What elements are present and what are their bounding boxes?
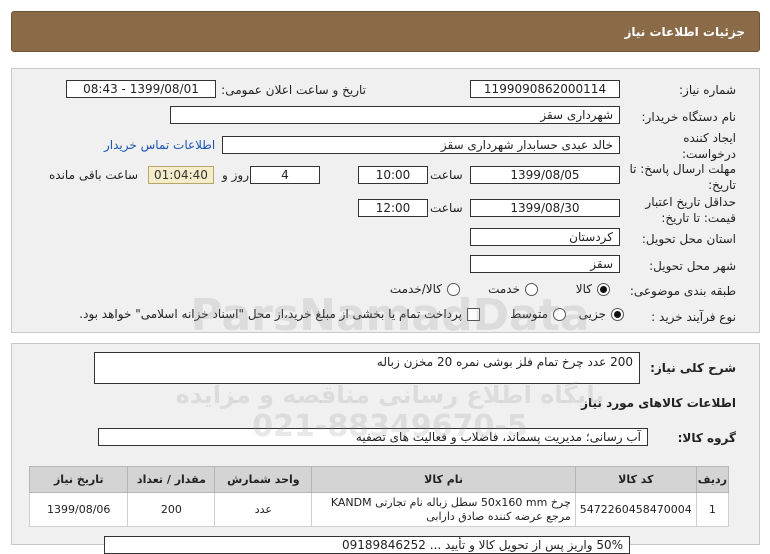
col-index: ردیف <box>695 466 730 493</box>
radio-icon[interactable] <box>525 282 538 296</box>
col-date: تاریخ نیاز <box>28 466 129 493</box>
radio-icon[interactable] <box>447 282 460 296</box>
radio-selected-icon[interactable] <box>611 307 624 321</box>
buyer-org-label: نام دستگاه خریدار: <box>641 110 737 124</box>
col-unit: واحد شمارش <box>214 466 313 493</box>
category-option-service[interactable]: خدمت <box>488 282 538 296</box>
checkbox-icon[interactable] <box>467 307 480 321</box>
page-header: جزئیات اطلاعات نیاز <box>11 11 760 52</box>
creator-field: خالد عبدی حسابدار شهرداری سقز <box>222 136 620 154</box>
days-label: روز و <box>222 168 249 182</box>
province-label: استان محل تحویل: <box>641 232 736 246</box>
page-title: جزئیات اطلاعات نیاز <box>624 24 745 39</box>
goods-section-title: اطلاعات کالاهای مورد نیاز <box>581 396 736 410</box>
cell-date: 1399/08/06 <box>28 492 129 527</box>
col-name: نام کالا <box>311 466 576 493</box>
cell-unit: عدد <box>214 492 313 527</box>
remaining-time-field: 01:04:40 <box>148 166 214 184</box>
validity-label: حداقل تاریخ اعتبار قیمت: تا تاریخ: <box>645 195 736 225</box>
goods-group-field: آب رسانی؛ مدیریت پسماند، فاضلاب و فعالیت… <box>98 428 648 446</box>
need-number-label: شماره نیاز: <box>679 83 736 97</box>
category-label: طبقه بندی موضوعی: <box>629 284 736 298</box>
table-row[interactable]: 1 5472260458470004 چرخ 50x160 mm سطل زبا… <box>28 492 730 527</box>
radio-icon[interactable] <box>553 307 566 321</box>
cell-index: 1 <box>695 492 730 527</box>
validity-date-field: 1399/08/30 <box>470 199 620 217</box>
city-field: سقز <box>470 255 620 273</box>
deadline-time-label: ساعت <box>430 168 463 182</box>
announce-label: تاریخ و ساعت اعلان عمومی: <box>221 83 366 97</box>
summary-label: شرح کلی نیاز: <box>650 361 736 375</box>
cell-qty: 200 <box>127 492 216 527</box>
validity-time-field: 12:00 <box>358 199 428 217</box>
summary-field: 200 عدد چرخ تمام فلز بوشی نمره 20 مخزن ز… <box>94 352 640 384</box>
days-field: 4 <box>250 166 320 184</box>
table-header-row: ردیف کد کالا نام کالا واحد شمارش مقدار /… <box>28 466 730 493</box>
col-code: کد کالا <box>574 466 697 493</box>
process-label: نوع فرآیند خرید : <box>651 310 736 324</box>
footer-note-field: 50% واریز پس از تحویل کالا و تأیید ... 0… <box>104 536 630 554</box>
city-label: شهر محل تحویل: <box>649 259 736 273</box>
province-field: کردستان <box>470 228 620 246</box>
remaining-label: ساعت باقی مانده <box>49 168 139 182</box>
radio-selected-icon[interactable] <box>597 282 610 296</box>
treasury-payment-checkbox[interactable]: پرداخت تمام یا بخشی از مبلغ خرید،از محل … <box>79 307 480 321</box>
goods-group-label: گروه کالا: <box>677 431 736 445</box>
process-option-medium[interactable]: متوسط <box>510 307 566 321</box>
announce-field: 1399/08/01 - 08:43 <box>66 80 216 98</box>
goods-table: ردیف کد کالا نام کالا واحد شمارش مقدار /… <box>28 466 730 527</box>
buyer-org-field: شهرداری سقز <box>170 106 620 124</box>
category-option-goods-service[interactable]: کالا/خدمت <box>390 282 460 296</box>
need-number-field: 1199090862000114 <box>470 80 620 98</box>
col-qty: مقدار / تعداد <box>127 466 216 493</box>
process-option-minor[interactable]: جزیی <box>579 307 624 321</box>
deadline-time-field: 10:00 <box>358 166 428 184</box>
cell-code: 5472260458470004 <box>574 492 697 527</box>
creator-label: ایجاد کننده درخواست: <box>682 131 736 161</box>
deadline-label: مهلت ارسال پاسخ: تا تاریخ: <box>629 162 736 192</box>
deadline-date-field: 1399/08/05 <box>470 166 620 184</box>
category-option-goods[interactable]: کالا <box>576 282 610 296</box>
buyer-contact-link[interactable]: اطلاعات تماس خریدار <box>104 138 215 152</box>
cell-name: چرخ 50x160 mm سطل زباله نام تجارتی KANDM… <box>311 492 576 527</box>
validity-time-label: ساعت <box>430 201 463 215</box>
